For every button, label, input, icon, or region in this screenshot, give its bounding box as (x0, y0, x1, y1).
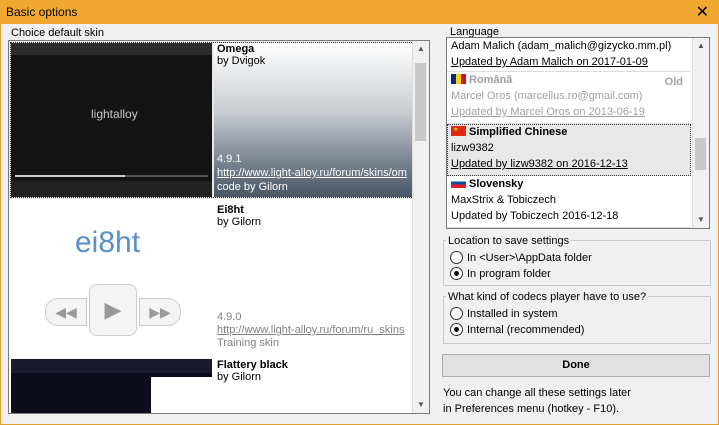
skins-label: Choice default skin (9, 27, 106, 39)
language-item-romana[interactable]: Română Marcel Oros (marcellus.ro@gmail.c… (447, 72, 691, 124)
skin-preview-text: ei8ht (75, 226, 141, 259)
china-flag-icon: ★ (451, 126, 466, 136)
skin-link[interactable]: http://www.light-alloy.ru/forum/ru_skins (217, 324, 413, 336)
codecs-internal-radio[interactable]: Internal (recommended) (450, 323, 584, 336)
next-icon: ▶▶ (139, 298, 181, 326)
scroll-thumb[interactable] (695, 138, 706, 170)
skin-item-flattery-black[interactable]: Flattery black by Gilorn (9, 357, 413, 413)
skin-item-omega[interactable]: lightalloy Omega by Dvigok 4.9.1 http://… (9, 41, 413, 199)
skin-name: Ei8ht (217, 204, 244, 216)
language-item-simplified-chinese[interactable]: ★ Simplified Chinese lizw9382 Updated by … (447, 124, 691, 176)
skin-version: 4.9.0 (217, 311, 242, 323)
codecs-group (443, 296, 711, 344)
skin-name: Omega (217, 43, 255, 55)
radio-selected-icon[interactable] (450, 267, 463, 280)
skin-preview-ei8ht: ei8ht ◀◀ ▶ ▶▶ (11, 204, 212, 352)
skin-preview-flattery (11, 359, 212, 413)
title-bar: Basic options ✕ (0, 0, 719, 24)
prev-icon: ◀◀ (45, 298, 87, 326)
skin-preview-omega: lightalloy (11, 43, 212, 197)
window-title: Basic options (6, 5, 78, 19)
scroll-down-icon[interactable]: ▼ (413, 397, 429, 413)
close-icon[interactable]: ✕ (696, 2, 709, 22)
scroll-thumb[interactable] (415, 63, 426, 141)
language-list-scrollbar[interactable]: ▲ ▼ (692, 38, 709, 228)
skin-version: 4.9.1 (217, 153, 242, 165)
skin-author: by Dvigok (217, 55, 266, 67)
scroll-down-icon[interactable]: ▼ (693, 212, 709, 228)
skin-author: by Gilorn (217, 216, 262, 228)
skin-code: code by Gilorn (217, 181, 288, 193)
skin-item-ei8ht[interactable]: ei8ht ◀◀ ▶ ▶▶ Ei8ht by Gilorn 4.9.0 http… (9, 202, 413, 354)
romania-flag-icon (451, 74, 466, 84)
scroll-up-icon[interactable]: ▲ (693, 38, 709, 54)
skin-preview-controls (11, 181, 212, 197)
settings-note: You can change all these settings later … (443, 387, 631, 415)
skin-list[interactable]: lightalloy Omega by Dvigok 4.9.1 http://… (8, 40, 430, 414)
radio-icon[interactable] (450, 251, 463, 264)
play-icon: ▶ (89, 284, 137, 336)
skin-name: Flattery black (217, 359, 288, 371)
save-program-folder-radio[interactable]: In program folder (450, 267, 551, 280)
codecs-installed-radio[interactable]: Installed in system (450, 307, 557, 320)
language-item[interactable]: Adam Malich (adam_malich@gizycko.mm.pl) … (447, 38, 691, 72)
language-item-slovensky[interactable]: Slovensky MaxStrix & Tobiczech Updated b… (447, 176, 691, 228)
save-location-label: Location to save settings (446, 235, 572, 247)
done-button[interactable]: Done (442, 354, 710, 377)
skin-author: by Gilorn (217, 371, 262, 383)
slovakia-flag-icon (451, 178, 466, 188)
old-badge: Old (664, 76, 683, 88)
skin-code: Training skin (217, 337, 279, 349)
language-list[interactable]: Adam Malich (adam_malich@gizycko.mm.pl) … (446, 37, 710, 229)
codecs-label: What kind of codecs player have to use? (446, 291, 649, 303)
save-appdata-radio[interactable]: In <User>\AppData folder (450, 251, 592, 264)
scroll-up-icon[interactable]: ▲ (413, 41, 429, 57)
skin-preview-text: lightalloy (91, 107, 138, 121)
radio-selected-icon[interactable] (450, 323, 463, 336)
radio-icon[interactable] (450, 307, 463, 320)
skin-link[interactable]: http://www.light-alloy.ru/forum/skins/om (217, 167, 413, 179)
skin-list-scrollbar[interactable]: ▲ ▼ (412, 41, 429, 413)
